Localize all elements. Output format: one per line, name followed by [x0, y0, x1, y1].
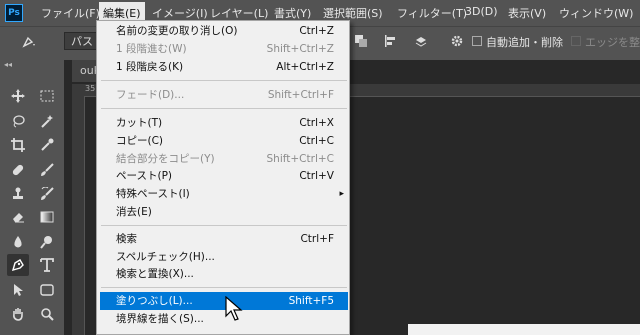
vertical-ruler	[72, 96, 85, 335]
gear-icon[interactable]	[450, 34, 464, 48]
menu-file[interactable]: ファイル(F)	[41, 5, 100, 21]
menu-item-label: 塗りつぶし(L)...	[116, 295, 193, 307]
path-operations-icon[interactable]	[354, 34, 368, 48]
menu-item-label: フェード(D)...	[116, 89, 185, 101]
menu-item-label: 検索	[116, 233, 137, 245]
menu-image[interactable]: イメージ(I)	[152, 5, 208, 21]
eyedropper-tool-icon[interactable]	[36, 134, 58, 156]
document-canvas[interactable]	[408, 324, 640, 335]
menu-item-shortcut: Shift+Ctrl+F	[267, 89, 334, 101]
menu-copy-merged[interactable]: 結合部分をコピー(Y) Shift+Ctrl+C	[100, 150, 348, 168]
collapse-panel-icon[interactable]: ◂◂	[4, 60, 12, 69]
menu-3d[interactable]: 3D(D)	[465, 5, 498, 18]
menu-copy[interactable]: コピー(C) Ctrl+C	[100, 132, 348, 150]
menu-clear[interactable]: 消去(E)	[100, 203, 348, 221]
auto-add-delete-label: 自動追加・削除	[486, 36, 563, 49]
menu-item-label: 検索と置換(X)...	[116, 268, 194, 280]
path-selection-tool-icon[interactable]	[7, 279, 29, 301]
menu-item-label: 消去(E)	[116, 206, 152, 218]
menu-undo-rename[interactable]: 名前の変更の取り消し(O) Ctrl+Z	[100, 22, 348, 40]
brush-tool-icon[interactable]	[36, 159, 58, 181]
menu-item-label: 結合部分をコピー(Y)	[116, 153, 215, 165]
menu-item-shortcut: Shift+Ctrl+Z	[266, 43, 334, 55]
menu-filter[interactable]: フィルター(T)	[397, 5, 467, 21]
lasso-tool-icon[interactable]	[7, 110, 29, 132]
menu-item-shortcut: Ctrl+X	[299, 117, 334, 129]
path-arrangement-icon[interactable]	[414, 34, 428, 48]
mouse-cursor-icon	[225, 296, 243, 321]
dodge-tool-icon[interactable]	[36, 231, 58, 253]
menu-item-label: コピー(C)	[116, 135, 164, 147]
magic-wand-tool-icon[interactable]	[36, 110, 58, 132]
menu-select[interactable]: 選択範囲(S)	[323, 5, 383, 21]
zoom-tool-icon[interactable]	[36, 303, 58, 325]
menu-item-shortcut: Shift+Ctrl+C	[266, 153, 334, 165]
menu-step-forward[interactable]: 1 段階進む(W) Shift+Ctrl+Z	[100, 40, 348, 58]
blur-tool-icon[interactable]	[7, 231, 29, 253]
menu-item-shortcut: Ctrl+C	[299, 135, 334, 147]
type-tool-icon[interactable]	[36, 254, 58, 276]
menu-item-label: ペースト(P)	[116, 170, 172, 182]
menu-spell-check[interactable]: スペルチェック(H)...	[100, 248, 348, 266]
menu-paste-special[interactable]: 特殊ペースト(I) ▸	[100, 185, 348, 203]
menu-search[interactable]: 検索 Ctrl+F	[100, 230, 348, 248]
menu-separator	[101, 287, 347, 288]
menu-item-label: 1 段階戻る(K)	[116, 61, 184, 73]
menu-type[interactable]: 書式(Y)	[274, 5, 311, 21]
eraser-tool-icon[interactable]	[7, 206, 29, 228]
menu-item-shortcut: Alt+Ctrl+Z	[276, 61, 334, 73]
menu-item-label: スペルチェック(H)...	[116, 251, 215, 263]
menu-item-label: カット(T)	[116, 117, 163, 129]
menu-item-shortcut: Ctrl+Z	[299, 25, 334, 37]
menu-separator	[101, 108, 347, 109]
hand-tool-icon[interactable]	[7, 303, 29, 325]
pen-tool-icon[interactable]	[7, 254, 29, 276]
menu-item-shortcut: Ctrl+F	[300, 233, 334, 245]
menu-layer[interactable]: レイヤー(L)	[210, 5, 268, 21]
align-edges-label: エッジを整列	[585, 36, 640, 49]
menu-fill[interactable]: 塗りつぶし(L)... Shift+F5	[100, 292, 348, 310]
menu-find-replace[interactable]: 検索と置換(X)...	[100, 265, 348, 283]
move-tool-icon[interactable]	[7, 85, 29, 107]
menu-view[interactable]: 表示(V)	[508, 5, 546, 21]
submenu-arrow-icon: ▸	[339, 189, 344, 199]
marquee-tool-icon[interactable]	[36, 85, 58, 107]
menu-step-backward[interactable]: 1 段階戻る(K) Alt+Ctrl+Z	[100, 58, 348, 76]
menu-cut[interactable]: カット(T) Ctrl+X	[100, 114, 348, 132]
menu-item-label: 1 段階進む(W)	[116, 43, 187, 55]
ruler-label: 35	[85, 84, 96, 93]
menu-separator	[101, 80, 347, 81]
menu-stroke[interactable]: 境界線を描く(S)...	[100, 310, 348, 328]
clone-stamp-tool-icon[interactable]	[7, 183, 29, 205]
menu-item-shortcut: Ctrl+V	[299, 170, 334, 182]
auto-add-delete-checkbox[interactable]	[472, 36, 482, 46]
history-brush-tool-icon[interactable]	[36, 183, 58, 205]
menu-fade[interactable]: フェード(D)... Shift+Ctrl+F	[100, 86, 348, 104]
healing-brush-tool-icon[interactable]	[7, 159, 29, 181]
menu-item-label: 特殊ペースト(I)	[116, 188, 190, 200]
photoshop-logo-icon: Ps	[5, 4, 23, 22]
menu-window[interactable]: ウィンドウ(W)	[559, 5, 633, 21]
gradient-tool-icon[interactable]	[36, 206, 58, 228]
menu-item-shortcut: Shift+F5	[288, 295, 334, 307]
menu-paste[interactable]: ペースト(P) Ctrl+V	[100, 167, 348, 185]
rectangle-tool-icon[interactable]	[36, 279, 58, 301]
crop-tool-icon[interactable]	[7, 134, 29, 156]
menu-item-label: 境界線を描く(S)...	[116, 313, 204, 325]
path-alignment-icon[interactable]	[384, 34, 398, 48]
pen-tool-preset-icon[interactable]	[22, 36, 36, 48]
align-edges-checkbox[interactable]	[571, 36, 581, 46]
menu-item-label: 名前の変更の取り消し(O)	[116, 25, 238, 37]
menu-separator	[101, 225, 347, 226]
